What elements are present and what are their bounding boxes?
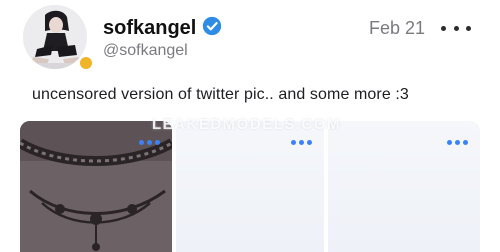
author-name-row: sofkangel (103, 16, 222, 41)
author-handle[interactable]: @sofkangel (103, 42, 188, 60)
verified-badge-icon (202, 16, 222, 41)
more-dots-icon[interactable] (291, 140, 312, 145)
author-display-name[interactable]: sofkangel (103, 17, 196, 40)
online-status-dot (78, 55, 94, 71)
more-horizontal-icon[interactable] (441, 14, 471, 42)
media-tile-locked[interactable] (328, 121, 480, 252)
avatar[interactable] (23, 5, 87, 69)
media-tile-locked[interactable] (176, 121, 324, 252)
post-date[interactable]: Feb 21 (369, 18, 425, 39)
media-grid (20, 121, 480, 252)
post-text: uncensored version of twitter pic.. and … (32, 86, 409, 103)
more-dots-icon[interactable] (139, 140, 160, 145)
more-dots-icon[interactable] (447, 140, 468, 145)
media-tile-image[interactable] (20, 121, 172, 252)
watermark: LEAKEDMODELS.COM (152, 116, 341, 133)
